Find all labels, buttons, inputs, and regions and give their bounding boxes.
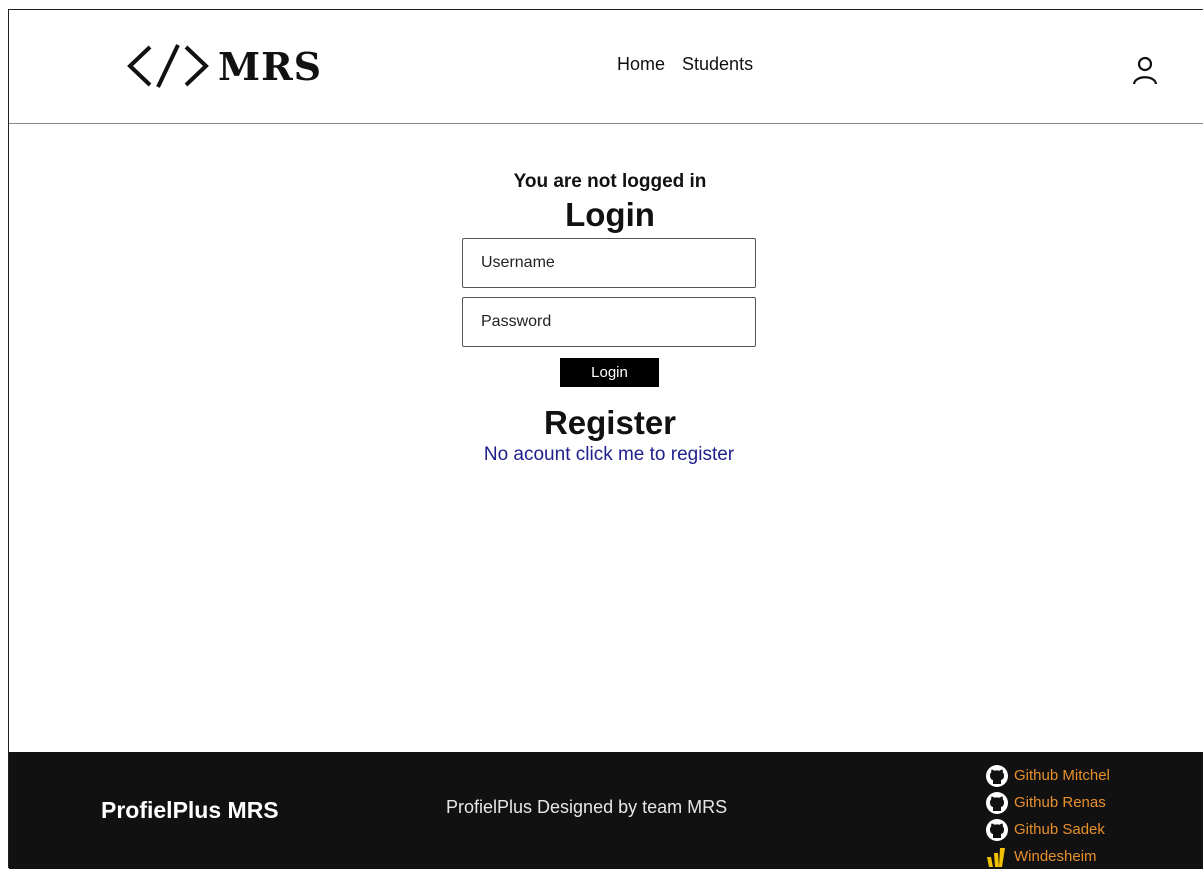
footer-tagline: ProfielPlus Designed by team MRS [446, 797, 728, 817]
user-account-button[interactable] [1131, 54, 1159, 88]
nav-home-link[interactable]: Home [617, 54, 665, 75]
site-logo[interactable]: MRS [124, 40, 322, 92]
github-sadek-link[interactable]: Github Sadek [984, 816, 1110, 843]
github-icon [984, 817, 1010, 843]
username-input[interactable] [462, 238, 756, 288]
register-link[interactable]: No acount click me to register [409, 444, 809, 466]
windesheim-label: Windesheim [1014, 848, 1097, 865]
register-heading: Register [543, 404, 677, 441]
main-content: You are not logged in Login Login Regist… [9, 124, 1203, 754]
nav-students-link[interactable]: Students [682, 54, 753, 75]
github-sadek-label: Github Sadek [1014, 821, 1105, 838]
code-brackets-icon [127, 44, 209, 88]
site-header: MRS Home Students [9, 10, 1203, 124]
github-icon [984, 763, 1010, 789]
site-footer: ProfielPlus MRS ProfielPlus Designed by … [9, 752, 1203, 869]
login-status-text: You are not logged in [513, 171, 707, 192]
password-input[interactable] [462, 297, 756, 347]
main-nav: Home Students [617, 54, 753, 75]
github-mitchel-label: Github Mitchel [1014, 767, 1110, 784]
github-icon [984, 790, 1010, 816]
page-frame: MRS Home Students You are not logged in … [8, 9, 1203, 869]
logo-text: MRS [218, 43, 323, 89]
user-icon [1132, 56, 1158, 85]
login-heading: Login [565, 196, 655, 233]
footer-brand: ProfielPlus MRS [101, 797, 279, 823]
windesheim-link[interactable]: Windesheim [984, 843, 1110, 870]
windesheim-icon [984, 844, 1010, 870]
github-renas-label: Github Renas [1014, 794, 1106, 811]
github-renas-link[interactable]: Github Renas [984, 789, 1110, 816]
login-button[interactable]: Login [560, 358, 659, 387]
footer-links: Github Mitchel Github Renas Github Sadek… [984, 762, 1110, 870]
window-top-strip [0, 0, 1203, 9]
github-mitchel-link[interactable]: Github Mitchel [984, 762, 1110, 789]
